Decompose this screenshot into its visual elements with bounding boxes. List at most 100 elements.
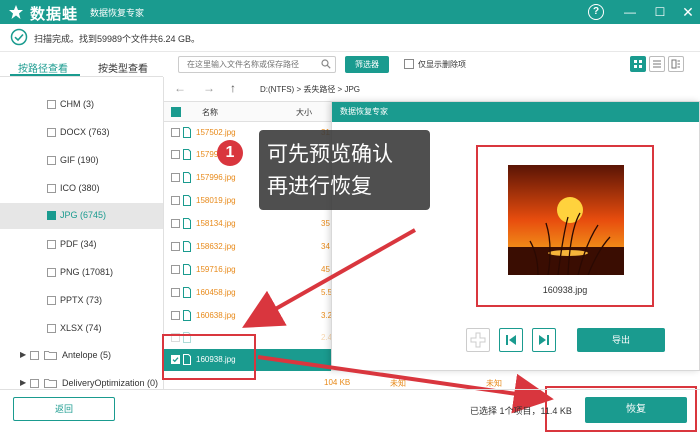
list-view-button[interactable]: [649, 56, 665, 72]
tree-folder-antelope[interactable]: ▶ Antelope (5): [0, 344, 163, 368]
tutorial-tip: 1 可先预览确认 再进行恢复: [217, 130, 430, 210]
chevron-right-icon[interactable]: ▶: [20, 350, 26, 359]
tree-checkbox[interactable]: [30, 351, 39, 360]
selection-info: 已选择 1个项目，11.4 KB: [470, 406, 572, 416]
back-button[interactable]: 返回: [13, 397, 115, 421]
plus-icon: [470, 332, 486, 348]
tree-item-png[interactable]: PNG (17081): [0, 261, 163, 285]
tree-item-pdf[interactable]: PDF (34): [0, 233, 163, 257]
column-header-name[interactable]: 名称: [202, 107, 218, 118]
tree-checkbox[interactable]: [47, 156, 56, 165]
table-row[interactable]: 158632.jpg 34: [164, 236, 332, 258]
tree-item-pptx[interactable]: PPTX (73): [0, 289, 163, 313]
row-checkbox[interactable]: [171, 311, 180, 320]
image-file-icon: [183, 149, 191, 160]
file-name: 158134.jpg: [196, 219, 236, 228]
deleted-only-checkbox[interactable]: [404, 59, 414, 69]
zoom-button[interactable]: [466, 328, 490, 352]
tree-item-label: DOCX (763): [60, 127, 110, 137]
table-row[interactable]: 160638.jpg 3.2: [164, 305, 332, 327]
tree-item-label: PNG (17081): [60, 267, 114, 277]
file-size: 34: [321, 242, 330, 251]
tree-checkbox[interactable]: [47, 296, 56, 305]
file-name: 160638.jpg: [196, 311, 236, 320]
filter-button[interactable]: 筛选器: [345, 56, 389, 73]
tree-item-label: JPG (6745): [60, 210, 107, 220]
detail-view-button[interactable]: [668, 56, 684, 72]
app-subtitle: 数据恢复专家: [90, 8, 145, 18]
tree-checkbox[interactable]: [30, 379, 39, 388]
tree-folder-delivery-optimization[interactable]: ▶ DeliveryOptimization (0): [0, 372, 163, 389]
folder-icon: [44, 351, 57, 360]
sunset-thumbnail-image: [508, 165, 624, 275]
preview-filename: 160938.jpg: [542, 285, 588, 295]
previous-file-button[interactable]: [499, 328, 523, 352]
recover-button[interactable]: 恢复: [585, 397, 687, 423]
folder-icon: [44, 379, 57, 388]
tree-item-chm[interactable]: CHM (3): [0, 93, 163, 117]
forward-arrow-icon[interactable]: →: [203, 81, 215, 95]
row-checkbox[interactable]: [171, 265, 180, 274]
back-arrow-icon[interactable]: ←: [174, 81, 186, 95]
row-checkbox[interactable]: [171, 219, 180, 228]
row-checkbox[interactable]: [171, 173, 180, 182]
tree-item-gif[interactable]: GIF (190): [0, 149, 163, 173]
grid-view-button[interactable]: [630, 56, 646, 72]
tree-item-label: PPTX (73): [60, 295, 103, 305]
next-file-button[interactable]: [532, 328, 556, 352]
table-row[interactable]: 160458.jpg 5.5: [164, 282, 332, 304]
row-checkbox[interactable]: [171, 196, 180, 205]
file-status: 未知: [486, 379, 502, 388]
tree-checkbox[interactable]: [47, 211, 56, 220]
deleted-only-label: 仅显示删除项: [418, 60, 466, 69]
table-row[interactable]: 159716.jpg 45: [164, 259, 332, 281]
tree-item-label: Antelope (5): [62, 350, 112, 360]
up-arrow-icon[interactable]: ↑: [230, 81, 236, 95]
tree-checkbox[interactable]: [47, 128, 56, 137]
title-bar: 数据蛙 数据恢复专家 ? — ☐ ✕: [0, 0, 700, 24]
grid-view-icon: [634, 60, 642, 68]
tree-checkbox[interactable]: [47, 100, 56, 109]
export-button[interactable]: 导出: [577, 328, 665, 352]
tree-item-label: PDF (34): [60, 239, 97, 249]
maximize-button[interactable]: ☐: [652, 4, 668, 20]
search-icon[interactable]: [321, 59, 331, 69]
row-checkbox[interactable]: [171, 128, 180, 137]
skip-previous-icon: [506, 335, 516, 345]
tree-checkbox[interactable]: [47, 240, 56, 249]
image-file-icon: [183, 310, 191, 321]
row-checkbox[interactable]: [171, 288, 180, 297]
row-checkbox[interactable]: [171, 242, 180, 251]
tree-checkbox[interactable]: [47, 268, 56, 277]
status-row: 扫描完成。找到59989个文件共6.24 GB。: [0, 24, 700, 52]
close-button[interactable]: ✕: [680, 4, 696, 20]
tree-item-xlsx[interactable]: XLSX (74): [0, 317, 163, 341]
minimize-button[interactable]: —: [622, 4, 638, 20]
tree-checkbox[interactable]: [47, 324, 56, 333]
file-name: 160458.jpg: [196, 288, 236, 297]
tree-item-label: XLSX (74): [60, 323, 102, 333]
file-name: 158019.jpg: [196, 196, 236, 205]
step-badge: 1: [217, 140, 243, 166]
tree-item-ico[interactable]: ICO (380): [0, 177, 163, 201]
image-file-icon: [183, 218, 191, 229]
frog-logo-icon: [9, 5, 23, 19]
tree-item-jpg[interactable]: JPG (6745): [0, 203, 163, 229]
row-checkbox[interactable]: [171, 150, 180, 159]
column-header-size[interactable]: 大小: [296, 107, 312, 118]
image-file-icon: [183, 172, 191, 183]
file-name: 158632.jpg: [196, 242, 236, 251]
detail-view-icon: [671, 59, 680, 69]
scan-status-text: 扫描完成。找到59989个文件共6.24 GB。: [34, 34, 201, 44]
chevron-right-icon[interactable]: ▶: [20, 378, 26, 387]
help-button[interactable]: ?: [588, 4, 604, 20]
preview-title: 数据恢复专家: [332, 102, 699, 122]
search-input[interactable]: [178, 56, 336, 73]
file-name: 159716.jpg: [196, 265, 236, 274]
table-row[interactable]: 158134.jpg 35: [164, 213, 332, 235]
tree-checkbox[interactable]: [47, 184, 56, 193]
file-name: 157502.jpg: [196, 128, 236, 137]
file-name: 15799: [196, 150, 219, 159]
select-all-checkbox[interactable]: [171, 107, 181, 117]
tree-item-docx[interactable]: DOCX (763): [0, 121, 163, 145]
